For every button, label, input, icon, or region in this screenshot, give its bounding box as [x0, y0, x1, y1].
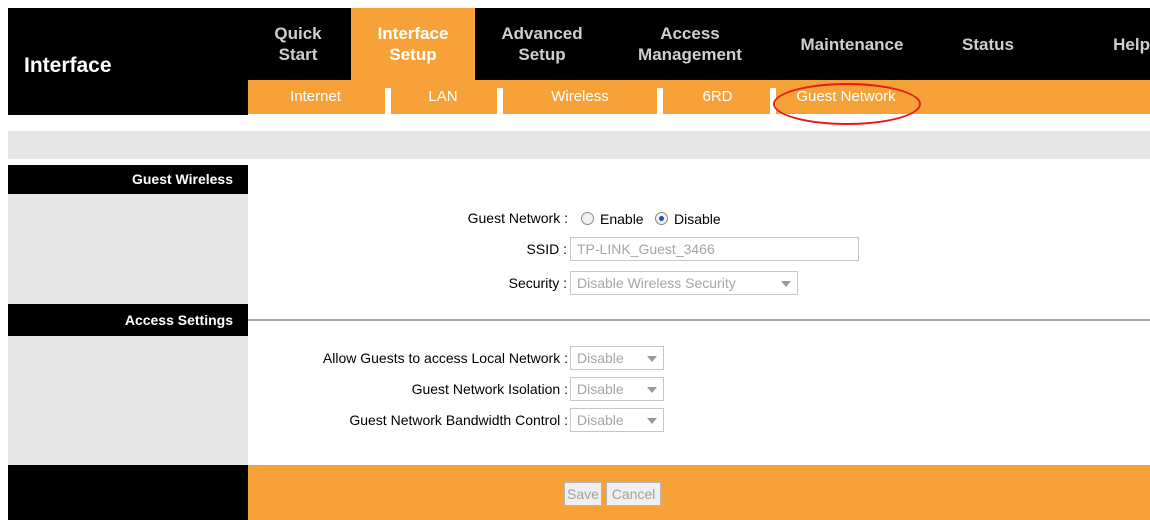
security-label: Security :	[508, 275, 567, 291]
save-button[interactable]: Save	[564, 482, 602, 506]
guest-network-label: Guest Network :	[467, 210, 568, 226]
menu-interface-setup-label: Interface Setup	[377, 24, 449, 64]
section-access-settings: Access Settings	[8, 304, 248, 336]
menu-maintenance-label: Maintenance	[800, 34, 904, 54]
ssid-label: SSID :	[526, 241, 567, 257]
menu-interface-setup[interactable]: Interface Setup	[351, 8, 475, 80]
submenu-divider	[497, 88, 503, 114]
bandwidth-select[interactable]: Disable	[570, 408, 664, 432]
local-network-select[interactable]: Disable	[570, 346, 664, 370]
disable-label: Disable	[674, 211, 721, 227]
submenu-internet[interactable]: Internet	[248, 80, 383, 114]
menu-help[interactable]: Help	[1088, 8, 1150, 80]
left-gray-panel	[8, 336, 248, 465]
isolation-label: Guest Network Isolation :	[411, 381, 568, 397]
disable-radio[interactable]	[655, 212, 668, 225]
submenu-lan[interactable]: LAN	[393, 80, 493, 114]
menu-quick-start-label: Quick Start	[274, 24, 322, 64]
cancel-button[interactable]: Cancel	[606, 482, 661, 506]
guest-network-highlight-circle	[773, 83, 921, 125]
menu-quick-start[interactable]: Quick Start	[248, 8, 348, 80]
chevron-down-icon	[781, 281, 791, 287]
menu-access-management-label: Access Management	[638, 24, 742, 64]
menu-access-management[interactable]: Access Management	[620, 8, 760, 80]
chevron-down-icon	[647, 418, 657, 424]
brand-title: Interface	[24, 54, 112, 77]
section-guest-wireless: Guest Wireless	[8, 165, 248, 194]
isolation-select-value: Disable	[577, 381, 624, 397]
local-network-select-value: Disable	[577, 350, 624, 366]
section-divider	[248, 319, 1150, 321]
submenu-divider	[385, 88, 391, 114]
chevron-down-icon	[647, 356, 657, 362]
spacer-band	[8, 131, 1150, 159]
footer-bar	[248, 465, 1150, 520]
menu-maintenance[interactable]: Maintenance	[782, 8, 922, 80]
menu-status[interactable]: Status	[938, 8, 1038, 80]
menu-help-label: Help	[1113, 34, 1150, 54]
submenu-divider	[657, 88, 663, 114]
top-menu: Quick Start Interface Setup Advanced Set…	[248, 8, 1150, 80]
enable-radio[interactable]	[581, 212, 594, 225]
menu-advanced-setup-label: Advanced Setup	[501, 24, 583, 64]
submenu-6rd[interactable]: 6RD	[665, 80, 770, 114]
menu-status-label: Status	[962, 34, 1014, 54]
chevron-down-icon	[647, 387, 657, 393]
left-gray-panel	[8, 194, 248, 304]
bandwidth-label: Guest Network Bandwidth Control :	[349, 412, 568, 428]
footer-left	[8, 465, 248, 520]
sub-menu: Internet LAN Wireless 6RD Guest Network	[248, 80, 1150, 114]
brand-panel: Interface	[8, 8, 248, 115]
submenu-wireless[interactable]: Wireless	[505, 80, 655, 114]
menu-advanced-setup[interactable]: Advanced Setup	[480, 8, 604, 80]
security-select-value: Disable Wireless Security	[577, 275, 736, 291]
local-network-label: Allow Guests to access Local Network :	[322, 350, 568, 366]
ssid-field[interactable]: TP-LINK_Guest_3466	[570, 237, 859, 261]
isolation-select[interactable]: Disable	[570, 377, 664, 401]
security-select[interactable]: Disable Wireless Security	[570, 271, 798, 295]
enable-label: Enable	[600, 211, 644, 227]
bandwidth-select-value: Disable	[577, 412, 624, 428]
